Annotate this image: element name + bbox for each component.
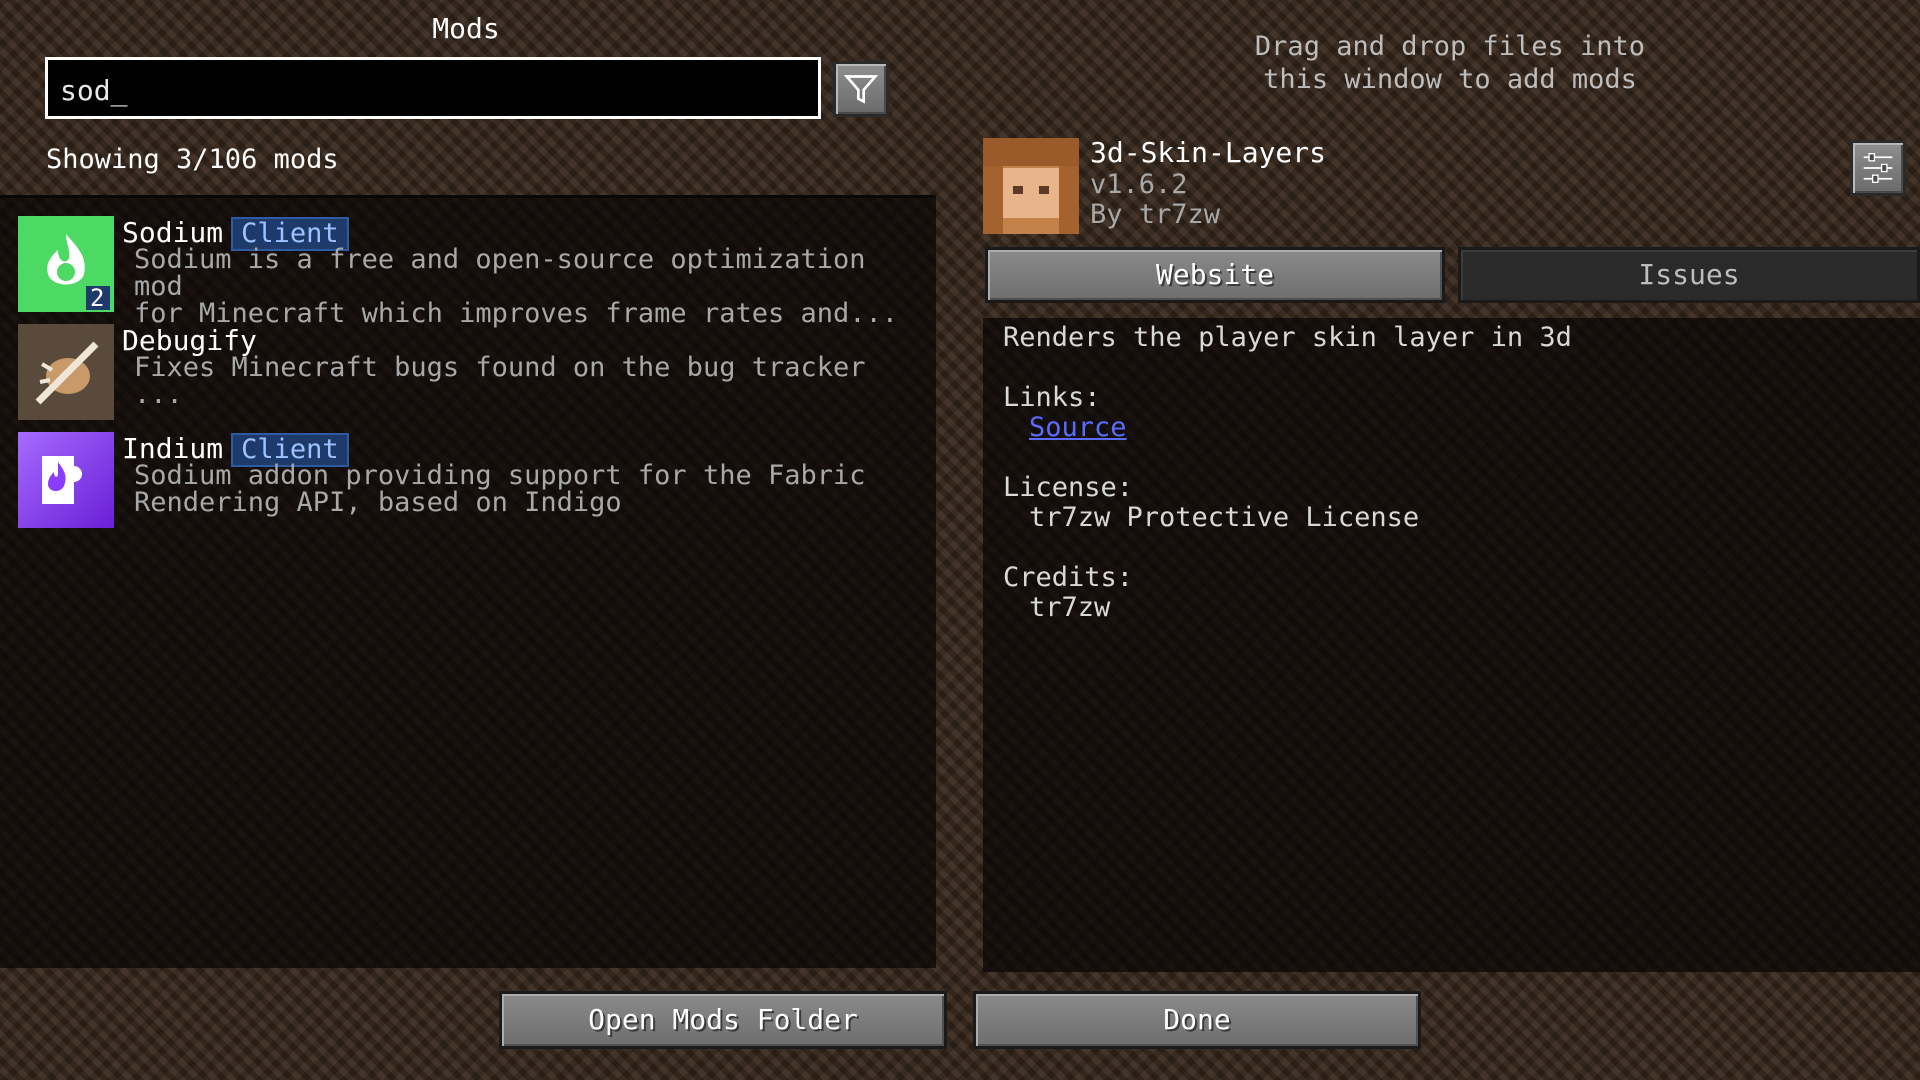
mod-description-line: ... — [134, 379, 183, 410]
mod-list[interactable]: 2 Sodium Client Sodium is a free and open… — [0, 195, 936, 968]
selected-mod-name: 3d-Skin-Layers — [1090, 136, 1327, 169]
website-button[interactable]: Website — [985, 247, 1445, 303]
mod-description-line: Fixes Minecraft bugs found on the bug tr… — [134, 352, 866, 383]
credits-value: tr7zw — [1029, 592, 1111, 623]
source-link[interactable]: Source — [1029, 412, 1127, 443]
mod-description-line: for Minecraft which improves frame rates… — [134, 298, 899, 329]
mod-description-line: Rendering API, based on Indigo — [134, 487, 622, 518]
mod-avatar-icon — [983, 138, 1079, 234]
drop-hint-line: this window to add mods — [1263, 64, 1637, 95]
mod-details-panel: Renders the player skin layer in 3d Link… — [983, 318, 1920, 972]
issues-button[interactable]: Issues — [1458, 247, 1920, 303]
drop-hint-line: Drag and drop files into — [1254, 31, 1646, 62]
sliders-icon — [1863, 153, 1893, 183]
sodium-flame-icon: 2 — [18, 216, 114, 312]
links-label: Links: — [1003, 382, 1101, 413]
mod-list-item-sodium[interactable]: 2 Sodium Client Sodium is a free and open… — [18, 216, 918, 327]
filter-button[interactable] — [833, 61, 889, 117]
mod-config-button[interactable] — [1850, 140, 1906, 196]
mod-summary: Renders the player skin layer in 3d — [1003, 322, 1572, 353]
debugify-bug-icon — [18, 324, 114, 420]
mod-description-line: Sodium addon providing support for the F… — [134, 460, 866, 491]
mod-list-item-indium[interactable]: Indium Client Sodium addon providing supp… — [18, 432, 918, 532]
mod-description: Sodium addon providing support for the F… — [134, 462, 914, 516]
screen-title: Mods — [432, 12, 500, 45]
selected-mod-author: By tr7zw — [1090, 199, 1221, 230]
mod-description: Fixes Minecraft bugs found on the bug tr… — [134, 354, 914, 408]
mod-list-item-debugify[interactable]: Debugify Fixes Minecraft bugs found on t… — [18, 324, 918, 424]
drop-files-hint: Drag and drop files into this window to … — [1150, 30, 1750, 96]
license-value: tr7zw Protective License — [1029, 502, 1420, 533]
mod-description: Sodium is a free and open-source optimiz… — [134, 246, 914, 327]
mod-description-line: Sodium is a free and open-source optimiz… — [134, 244, 866, 302]
filter-icon — [843, 75, 879, 104]
update-count-badge: 2 — [90, 284, 105, 312]
open-mods-folder-button[interactable]: Open Mods Folder — [499, 991, 947, 1049]
search-input[interactable]: sod_ — [45, 57, 821, 119]
done-button[interactable]: Done — [973, 991, 1421, 1049]
indium-puzzle-icon — [18, 432, 114, 528]
credits-label: Credits: — [1003, 562, 1134, 593]
mod-count-text: Showing 3/106 mods — [46, 144, 339, 175]
selected-mod-version: v1.6.2 — [1090, 169, 1188, 200]
license-label: License: — [1003, 472, 1134, 503]
